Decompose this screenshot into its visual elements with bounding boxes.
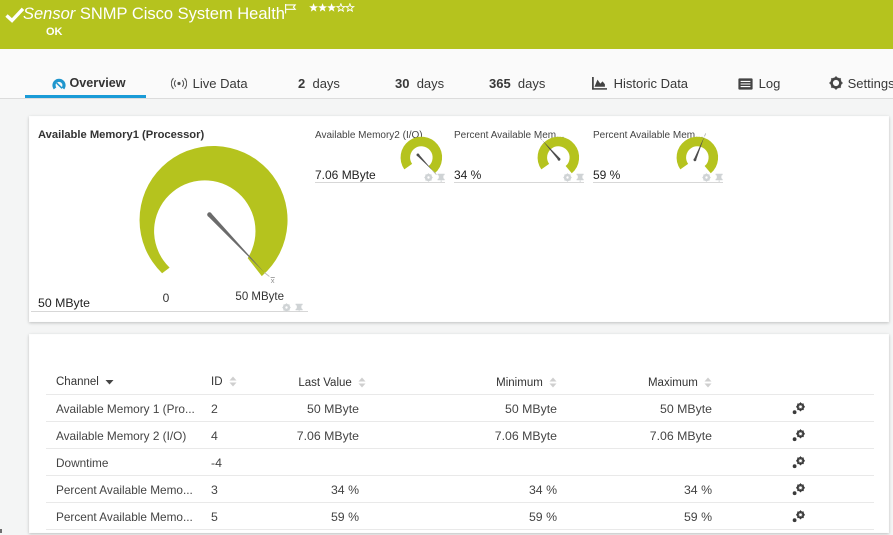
svg-text:x: x	[271, 276, 275, 285]
